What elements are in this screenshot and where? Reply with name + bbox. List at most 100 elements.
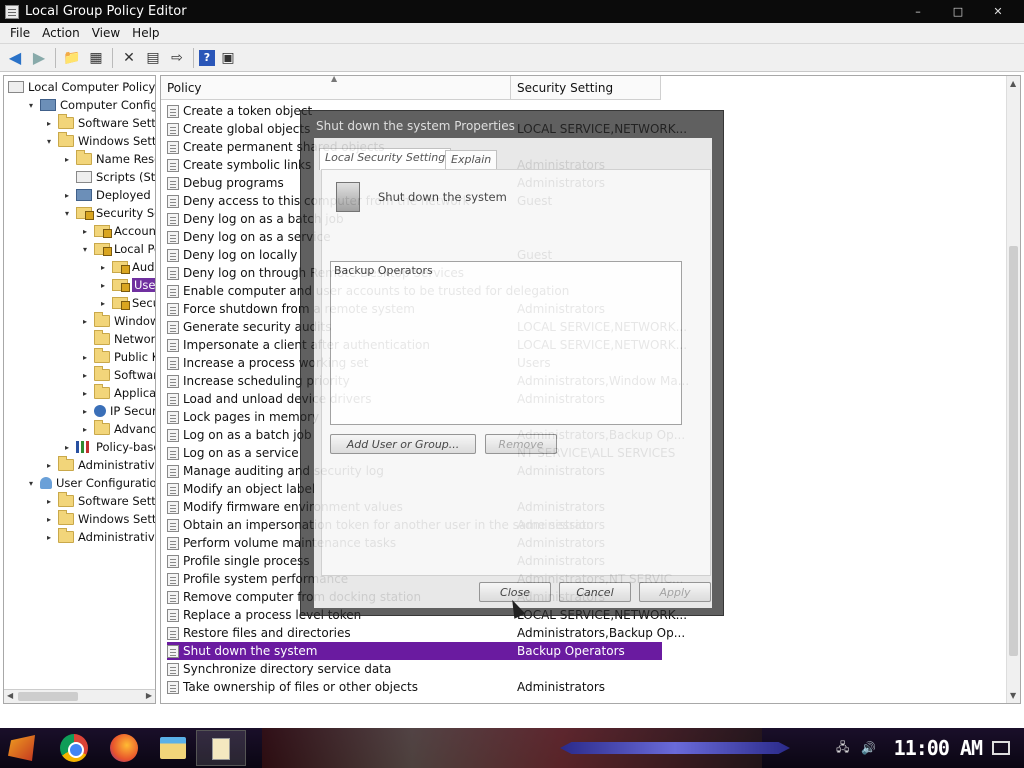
expand-icon[interactable]: ▸: [80, 371, 90, 380]
scroll-thumb[interactable]: [18, 692, 78, 701]
expand-icon[interactable]: ▸: [80, 407, 90, 416]
expand-icon[interactable]: ▸: [80, 425, 90, 434]
delete-icon[interactable]: ✕: [118, 47, 140, 69]
menu-action[interactable]: Action: [36, 26, 86, 40]
expand-icon[interactable]: ▸: [62, 155, 72, 164]
tree-node[interactable]: ▸ Audit Policy: [98, 258, 155, 276]
tree-node[interactable]: ▸ Public Key Policies: [80, 348, 155, 366]
member-item[interactable]: Backup Operators: [334, 264, 433, 277]
up-folder-icon[interactable]: 📁: [61, 47, 83, 69]
expand-icon[interactable]: ▸: [80, 317, 90, 326]
expand-icon[interactable]: ▸: [80, 353, 90, 362]
tab-local-security-setting[interactable]: Local Security Setting: [319, 148, 452, 170]
expand-icon[interactable]: ▸: [98, 299, 108, 308]
tab-explain[interactable]: Explain: [445, 150, 498, 169]
tree-node[interactable]: ▸ Security Options: [98, 294, 155, 312]
minimize-button[interactable]: –: [898, 3, 938, 19]
expand-icon[interactable]: ▸: [98, 263, 108, 272]
chart-icon: [76, 441, 92, 453]
help-icon[interactable]: ?: [199, 49, 215, 66]
menu-view[interactable]: View: [86, 26, 126, 40]
tree-node[interactable]: Network List Manager: [80, 330, 155, 348]
tree-node[interactable]: ▸ Software Settings: [44, 492, 155, 510]
table-row[interactable]: Shut down the system Backup Operators: [167, 642, 662, 660]
back-arrow-icon[interactable]: ◀: [4, 47, 26, 69]
tree-node[interactable]: Local Computer Policy: [8, 78, 155, 96]
tree-node[interactable]: ▸ IP Security Policies: [80, 402, 155, 420]
forward-arrow-icon[interactable]: ▶: [28, 47, 50, 69]
close-button[interactable]: ✕: [978, 3, 1018, 19]
tree-node[interactable]: ▸ Windows Settings: [44, 510, 155, 528]
collapse-icon[interactable]: ▾: [44, 137, 54, 146]
chrome-icon[interactable]: [60, 734, 88, 762]
tree-node[interactable]: ▸ Administrative Templates: [44, 528, 155, 546]
expand-icon[interactable]: ▸: [80, 227, 90, 236]
security-setting-cell: Backup Operators: [517, 644, 625, 658]
expand-icon[interactable]: ▸: [62, 191, 72, 200]
tree-node[interactable]: Scripts (Startup/Shutdown): [62, 168, 155, 186]
tree-node[interactable]: ▾ Windows Settings: [44, 132, 155, 150]
group-policy-taskbar-item[interactable]: [196, 730, 246, 766]
collapse-icon[interactable]: ▾: [26, 101, 36, 110]
add-user-or-group-button[interactable]: Add User or Group...: [330, 434, 476, 454]
properties-icon[interactable]: ▤: [142, 47, 164, 69]
menu-file[interactable]: File: [4, 26, 36, 40]
clock[interactable]: 11:00 AM: [894, 736, 983, 760]
expand-icon[interactable]: ▸: [44, 497, 54, 506]
maximize-button[interactable]: □: [938, 3, 978, 19]
lockfolder-icon: [112, 261, 130, 274]
cancel-button[interactable]: Cancel: [559, 582, 631, 602]
tree-horizontal-scrollbar[interactable]: ◀ ▶: [4, 689, 155, 703]
table-row[interactable]: Take ownership of files or other objects…: [167, 678, 662, 696]
expand-icon[interactable]: ▸: [80, 389, 90, 398]
collapse-icon[interactable]: ▾: [26, 479, 36, 488]
volume-icon[interactable]: 🔊: [861, 741, 877, 755]
tree-node[interactable]: ▾ Computer Configuration: [26, 96, 155, 114]
table-row[interactable]: Synchronize directory service data: [167, 660, 662, 678]
file-explorer-icon[interactable]: [160, 737, 186, 759]
collapse-icon[interactable]: ▾: [80, 245, 90, 254]
apply-button[interactable]: Apply: [639, 582, 711, 602]
folder-icon: [58, 492, 74, 507]
tree-node[interactable]: ▸ Administrative Templates: [44, 456, 155, 474]
scroll-thumb[interactable]: [1009, 246, 1018, 656]
tree-node[interactable]: ▸ Software Restriction: [80, 366, 155, 384]
show-hide-tree-icon[interactable]: ▦: [85, 47, 107, 69]
scroll-left-icon[interactable]: ◀: [7, 691, 13, 700]
tree-node[interactable]: ▸ Software Settings: [44, 114, 155, 132]
remove-button[interactable]: Remove: [485, 434, 557, 454]
scroll-right-icon[interactable]: ▶: [146, 691, 152, 700]
action-center-icon[interactable]: [992, 741, 1010, 755]
network-icon[interactable]: 🖧: [835, 740, 851, 755]
column-header-security-setting[interactable]: Security Setting: [511, 76, 661, 100]
tree-node[interactable]: ▸ Deployed Printers: [62, 186, 155, 204]
list-vertical-scrollbar[interactable]: ▲ ▼: [1006, 76, 1020, 703]
show-pane-icon[interactable]: ▣: [217, 47, 239, 69]
tree-node[interactable]: ▾ Security Settings: [62, 204, 155, 222]
expand-icon[interactable]: ▸: [44, 461, 54, 470]
collapse-icon[interactable]: ▾: [62, 209, 72, 218]
expand-icon[interactable]: ▸: [62, 443, 72, 452]
tree-node[interactable]: ▸ Name Resolution Policy: [62, 150, 155, 168]
expand-icon[interactable]: ▸: [44, 533, 54, 542]
members-listbox[interactable]: Backup Operators: [330, 261, 682, 425]
table-row[interactable]: Restore files and directories Administrat…: [167, 624, 685, 642]
tree-node[interactable]: ▸ Windows Firewall: [80, 312, 155, 330]
firefox-icon[interactable]: [110, 734, 138, 762]
start-icon[interactable]: [8, 735, 35, 761]
expand-icon[interactable]: ▸: [98, 281, 108, 290]
tree-node[interactable]: ▸ Advanced Audit: [80, 420, 155, 438]
menu-help[interactable]: Help: [126, 26, 165, 40]
export-list-icon[interactable]: ⇨: [166, 47, 188, 69]
expand-icon[interactable]: ▸: [44, 119, 54, 128]
tree-node[interactable]: ▸ Application Control: [80, 384, 155, 402]
tree-node[interactable]: ▾ Local Policies: [80, 240, 155, 258]
tree-node[interactable]: ▸ User Rights Assignment: [98, 276, 155, 294]
scroll-up-icon[interactable]: ▲: [1010, 79, 1016, 88]
tree-node[interactable]: ▸ Account Policies: [80, 222, 155, 240]
tree-node[interactable]: ▸ Policy-based QoS: [62, 438, 155, 456]
expand-icon[interactable]: ▸: [44, 515, 54, 524]
column-header-policy[interactable]: Policy ▲: [161, 76, 511, 100]
scroll-down-icon[interactable]: ▼: [1010, 691, 1016, 700]
tree-node[interactable]: ▾ User Configuration: [26, 474, 155, 492]
